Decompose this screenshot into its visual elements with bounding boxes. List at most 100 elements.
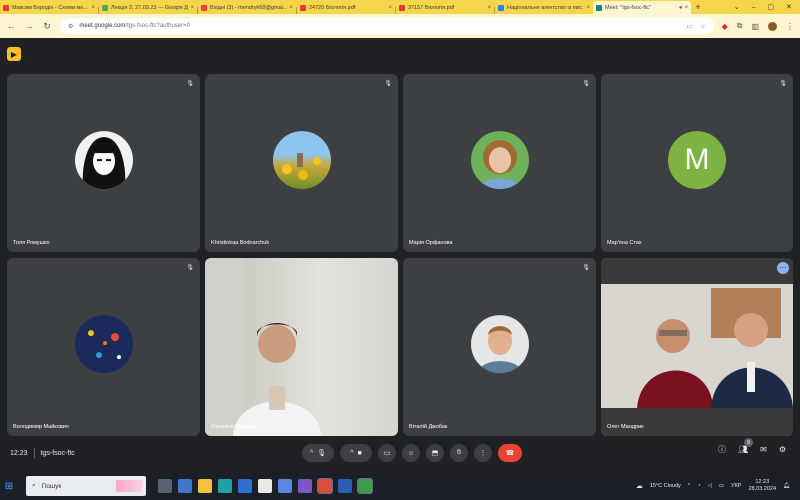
- avatar-initial: M: [668, 131, 726, 190]
- close-icon[interactable]: ×: [289, 5, 293, 11]
- tab-1[interactable]: Максим Бородін - Схеми ме... ×: [0, 1, 98, 14]
- address-bar[interactable]: ⚙ meet.google.com/tgs-fsoc-ftc?authuser=…: [60, 18, 714, 34]
- camera-permission-icon[interactable]: ▭: [687, 23, 693, 30]
- tab-title: Meet: "tgs-fsoc-ftc": [605, 4, 652, 11]
- toolbar-right: ◆ ⧉ ▥ ⋮: [722, 21, 794, 31]
- window-controls: ⌄ – ▢ ✕: [734, 1, 800, 14]
- chat-icon[interactable]: ✉: [760, 445, 767, 454]
- tab-6[interactable]: Національне агентство із якіс... ×: [495, 1, 593, 14]
- participant-tile[interactable]: 🎙︎ Володимир Майкович: [7, 258, 200, 436]
- widgets-icon[interactable]: [178, 479, 192, 493]
- avatar: [272, 131, 331, 190]
- word-icon[interactable]: [338, 479, 352, 493]
- meeting-info-icon[interactable]: ▶: [7, 47, 21, 61]
- people-button[interactable]: 8 👥︎: [738, 438, 753, 454]
- emoji-button[interactable]: ☺: [402, 444, 420, 462]
- battery-icon[interactable]: ▭: [719, 483, 724, 489]
- participant-tile[interactable]: 🎙︎ Марія Орфанова: [403, 74, 596, 252]
- bookmark-star-icon[interactable]: ☆: [700, 23, 705, 30]
- camera-button[interactable]: ^ ■: [340, 444, 372, 462]
- windows-taskbar: ⊞ ⌕ Пошук ☁ 15°C Cloudy ^ ◔ ◁ ▭ УКР 12:2…: [0, 472, 800, 500]
- close-icon[interactable]: ×: [586, 5, 590, 11]
- chrome-icon[interactable]: [317, 478, 333, 494]
- extension-icon[interactable]: ◆: [722, 22, 728, 31]
- avatar: [74, 315, 133, 374]
- info-icon[interactable]: ⓘ: [718, 444, 726, 455]
- tab-2[interactable]: Лекція 2, 27.03.23 — Google Д... ×: [99, 1, 197, 14]
- edge-icon[interactable]: [218, 479, 232, 493]
- viber-icon[interactable]: [298, 479, 312, 493]
- close-icon[interactable]: ×: [388, 5, 392, 11]
- participant-tile[interactable]: 🎙︎ Толя Ромушко: [7, 74, 200, 252]
- maximize-icon[interactable]: ▢: [768, 1, 775, 14]
- present-button[interactable]: ⬒: [426, 444, 444, 462]
- more-options-icon[interactable]: ⋯: [777, 262, 789, 274]
- participant-video-tile-selected[interactable]: ⋯ Олег Мандрик: [601, 258, 793, 436]
- new-tab-button[interactable]: +: [691, 1, 705, 14]
- profile-avatar[interactable]: [768, 21, 777, 31]
- file-explorer-icon[interactable]: [198, 479, 212, 493]
- tab-title: Національне агентство із якіс...: [507, 4, 585, 11]
- tab-4[interactable]: 24720 Біологія.pdf ×: [297, 1, 395, 14]
- notifications-icon[interactable]: 🔔︎: [783, 483, 790, 489]
- meet-favicon: [596, 4, 602, 11]
- task-view-icon[interactable]: [158, 479, 172, 493]
- taskbar-apps: [158, 478, 373, 494]
- meeting-time: 12:23: [10, 449, 28, 457]
- tab-3[interactable]: Вхідні (3) - mendryk68@gmai... ×: [198, 1, 296, 14]
- meet-stage: ▶ 🎙︎ Толя Ромушко 🎙︎ Khristinkaa Bodnarc…: [0, 38, 800, 472]
- participant-name: Михайло Мандрик: [211, 424, 258, 430]
- participant-tile[interactable]: 🎙︎ Khristinkaa Bodnarchuk: [205, 74, 398, 252]
- close-icon[interactable]: ×: [487, 5, 491, 11]
- leave-call-button[interactable]: ☎: [498, 444, 522, 462]
- participant-name: Khristinkaa Bodnarchuk: [211, 240, 270, 246]
- minimize-icon[interactable]: –: [752, 1, 756, 14]
- language-indicator[interactable]: УКР: [731, 483, 741, 489]
- calendar-app-icon[interactable]: [238, 479, 252, 493]
- close-icon[interactable]: ×: [684, 5, 688, 11]
- captions-button[interactable]: ▭: [378, 444, 396, 462]
- weather-text[interactable]: 15°C Cloudy: [650, 483, 681, 489]
- weather-icon: ☁: [635, 483, 643, 490]
- clock[interactable]: 12:23 28.03.2024: [748, 479, 776, 493]
- tab-5[interactable]: 37157 Біологія.pdf ×: [396, 1, 494, 14]
- meeting-side-controls: ⓘ 8 👥︎ ✉ ⚙: [718, 438, 786, 455]
- mic-off-icon: 🎙︎: [186, 265, 194, 271]
- close-icon[interactable]: ×: [190, 5, 194, 11]
- avatar-letter: M: [684, 143, 710, 177]
- participant-video-tile[interactable]: Михайло Мандрик: [205, 258, 398, 436]
- menu-icon[interactable]: ⋮: [786, 22, 794, 31]
- participant-tile[interactable]: 🎙︎ M Мар'яна Стах: [601, 74, 793, 252]
- site-info-icon[interactable]: ⚙: [68, 23, 73, 30]
- network-icon[interactable]: ◔: [697, 483, 700, 489]
- tab-title: Максим Бородін - Схеми ме...: [12, 4, 88, 11]
- raise-hand-button[interactable]: ✋︎: [450, 444, 468, 462]
- forward-icon[interactable]: →: [24, 21, 34, 31]
- close-icon[interactable]: ×: [91, 5, 95, 11]
- hand-icon: ✋︎: [457, 449, 461, 456]
- puzzle-icon[interactable]: ⧉: [737, 21, 743, 31]
- speaker-icon[interactable]: ◁: [708, 483, 712, 489]
- taskbar-search[interactable]: ⌕ Пошук: [26, 476, 146, 496]
- search-label: Пошук: [41, 482, 62, 490]
- activities-icon[interactable]: ⚙: [779, 445, 786, 454]
- chevron-up-icon[interactable]: ^: [310, 450, 313, 457]
- chevron-down-icon[interactable]: ⌄: [734, 1, 740, 14]
- close-window-icon[interactable]: ✕: [786, 1, 792, 14]
- tab-title: Вхідні (3) - mendryk68@gmai...: [210, 4, 288, 11]
- tab-favicon: [498, 4, 504, 11]
- clock-date: 28.03.2024: [748, 486, 777, 492]
- back-icon[interactable]: ←: [6, 21, 16, 31]
- windows-start-icon[interactable]: ⊞: [0, 481, 18, 492]
- mic-button[interactable]: ^ 🎙︎: [302, 444, 334, 462]
- tab-7-active[interactable]: Meet: "tgs-fsoc-ftc" ● ×: [593, 1, 691, 14]
- participant-tile[interactable]: 🎙︎ Віталій Джобак: [403, 258, 596, 436]
- reload-icon[interactable]: ↻: [42, 21, 52, 32]
- more-options-button[interactable]: ⋮: [474, 444, 492, 462]
- store-icon[interactable]: [278, 479, 292, 493]
- app-icon[interactable]: [258, 479, 272, 493]
- chevron-up-icon[interactable]: ^: [688, 483, 691, 489]
- chevron-up-icon[interactable]: ^: [350, 450, 353, 457]
- sidepanel-icon[interactable]: ▥: [751, 22, 759, 31]
- chrome-icon-2[interactable]: [357, 478, 373, 494]
